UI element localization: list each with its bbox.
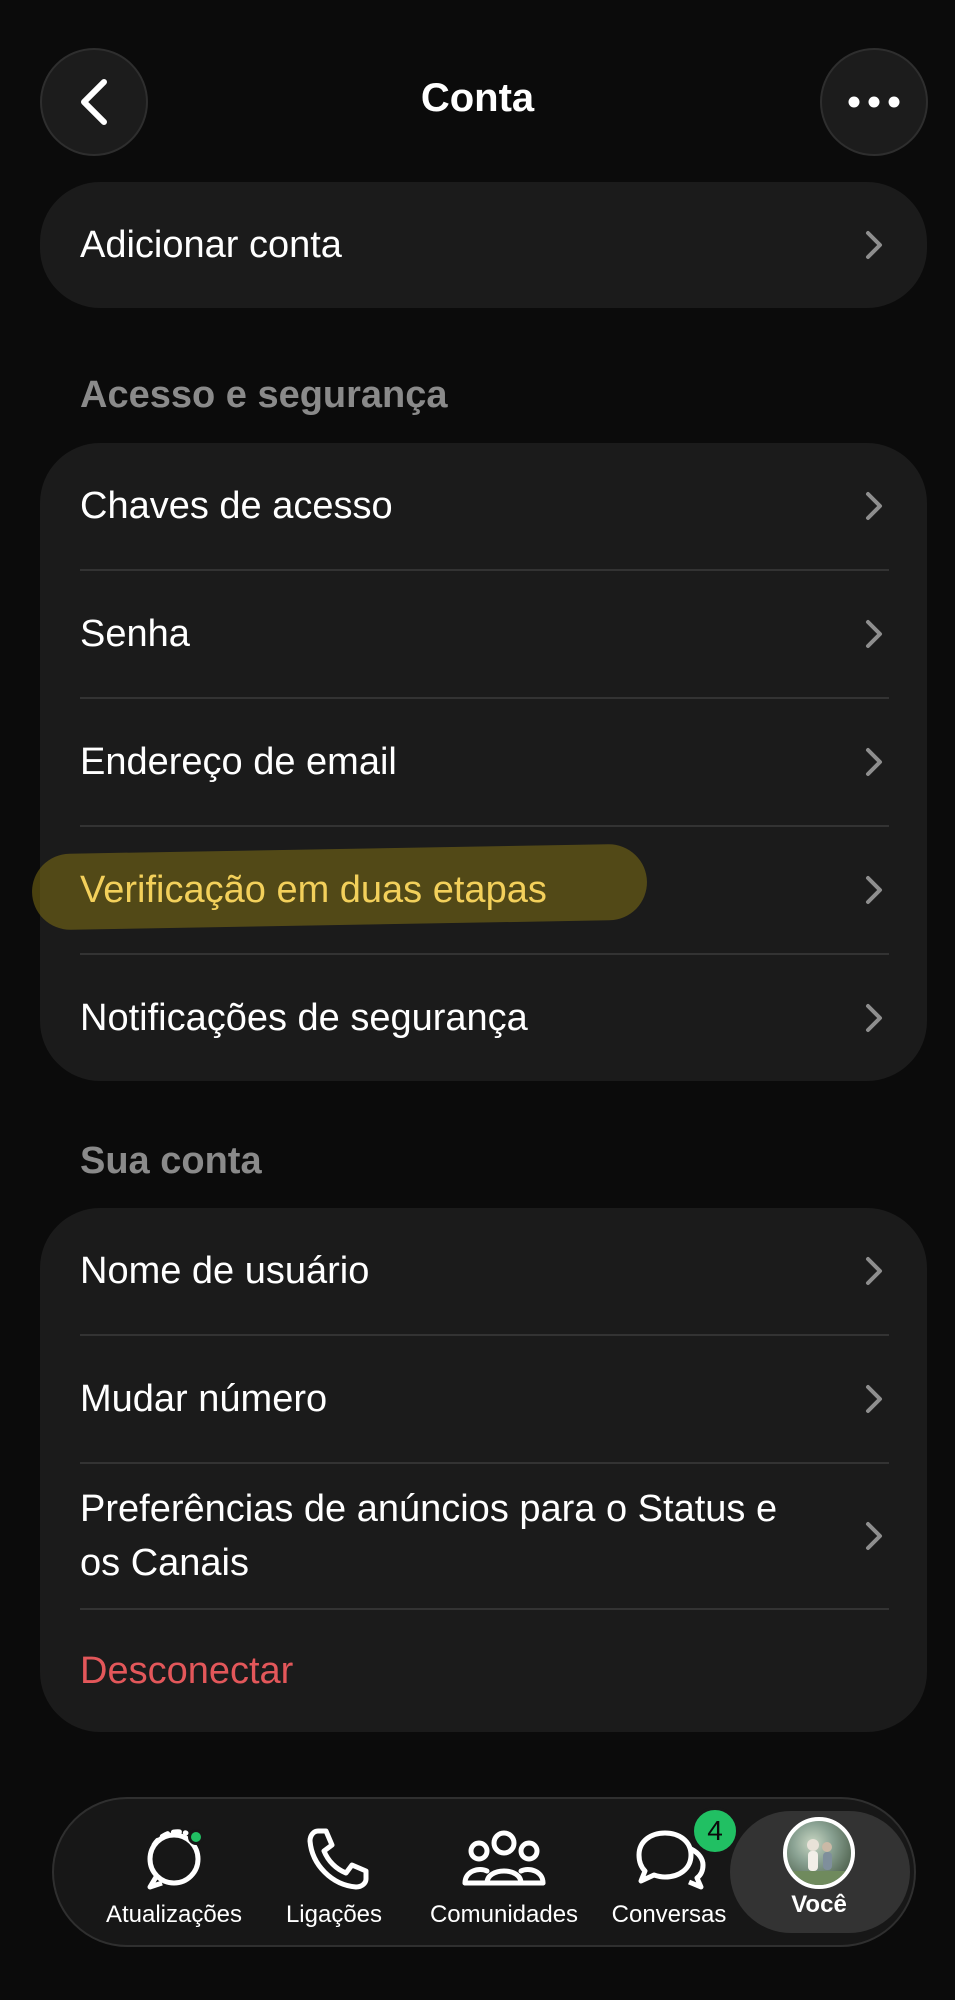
chevron-right-icon	[866, 1385, 882, 1413]
chevron-right-icon	[866, 1522, 882, 1550]
section-title-access-security: Acesso e segurança	[80, 374, 448, 416]
chevron-right-icon	[866, 1004, 882, 1032]
profile-photo	[783, 1817, 855, 1889]
tab-label: Ligações	[285, 1901, 383, 1928]
tab-you[interactable]: Você	[754, 1799, 884, 1945]
page-title: Conta	[420, 76, 535, 120]
row-ad-preferences[interactable]: Preferências de anúncios para o Status e…	[40, 1464, 927, 1608]
chevron-right-icon	[866, 231, 882, 259]
unread-badge: 4	[691, 1807, 739, 1855]
status-icon	[134, 1823, 214, 1895]
tab-communities[interactable]: Comunidades	[414, 1799, 594, 1945]
access-security-card: Chaves de acesso Senha Endereço de email…	[31, 443, 927, 1081]
more-options-button[interactable]	[820, 48, 928, 156]
row-password[interactable]: Senha	[40, 571, 927, 697]
change-number-label: Mudar número	[80, 1378, 328, 1420]
row-logout[interactable]: Desconectar	[40, 1610, 927, 1732]
new-update-dot	[188, 1829, 204, 1845]
row-username[interactable]: Nome de usuário	[40, 1208, 927, 1334]
chevron-right-icon	[866, 620, 882, 648]
avatar	[779, 1817, 859, 1889]
chevron-right-icon	[866, 492, 882, 520]
security-notifications-label: Notificações de segurança	[80, 997, 528, 1039]
passkeys-label: Chaves de acesso	[80, 485, 393, 527]
tab-calls[interactable]: Ligações	[269, 1799, 399, 1945]
row-two-step-verification[interactable]: Verificação em duas etapas	[31, 827, 927, 953]
chevron-right-icon	[866, 748, 882, 776]
tab-label: Conversas	[611, 1901, 727, 1928]
row-security-notifications[interactable]: Notificações de segurança	[40, 955, 927, 1081]
row-passkeys[interactable]: Chaves de acesso	[40, 443, 927, 569]
row-email-address[interactable]: Endereço de email	[40, 699, 927, 825]
add-account-label: Adicionar conta	[80, 224, 342, 266]
password-label: Senha	[80, 613, 190, 655]
more-horizontal-icon	[848, 96, 900, 108]
your-account-card: Nome de usuário Mudar número Preferência…	[40, 1208, 927, 1732]
chevron-right-icon	[866, 1257, 882, 1285]
tab-label: Atualizações	[105, 1901, 243, 1928]
username-label: Nome de usuário	[80, 1250, 370, 1292]
add-account-card: Adicionar conta	[40, 182, 927, 308]
communities-icon	[459, 1823, 549, 1895]
phone-icon	[294, 1823, 374, 1895]
logout-label: Desconectar	[80, 1650, 294, 1692]
section-title-your-account: Sua conta	[80, 1140, 262, 1182]
chats-icon: 4	[629, 1807, 739, 1895]
tab-bar: Atualizações Ligações Comunidades 4 Conv…	[52, 1797, 916, 1947]
tab-label: Comunidades	[429, 1901, 579, 1928]
email-address-label: Endereço de email	[80, 741, 397, 783]
tab-updates[interactable]: Atualizações	[94, 1799, 254, 1945]
tab-chats[interactable]: 4 Conversas	[604, 1799, 739, 1945]
top-bar: Conta	[0, 0, 955, 180]
add-account-row[interactable]: Adicionar conta	[40, 182, 927, 308]
ad-preferences-label: Preferências de anúncios para o Status e…	[80, 1488, 778, 1584]
tab-label: Você	[791, 1891, 847, 1918]
two-step-verification-label: Verificação em duas etapas	[80, 869, 547, 911]
chevron-right-icon	[866, 876, 882, 904]
row-change-number[interactable]: Mudar número	[40, 1336, 927, 1462]
